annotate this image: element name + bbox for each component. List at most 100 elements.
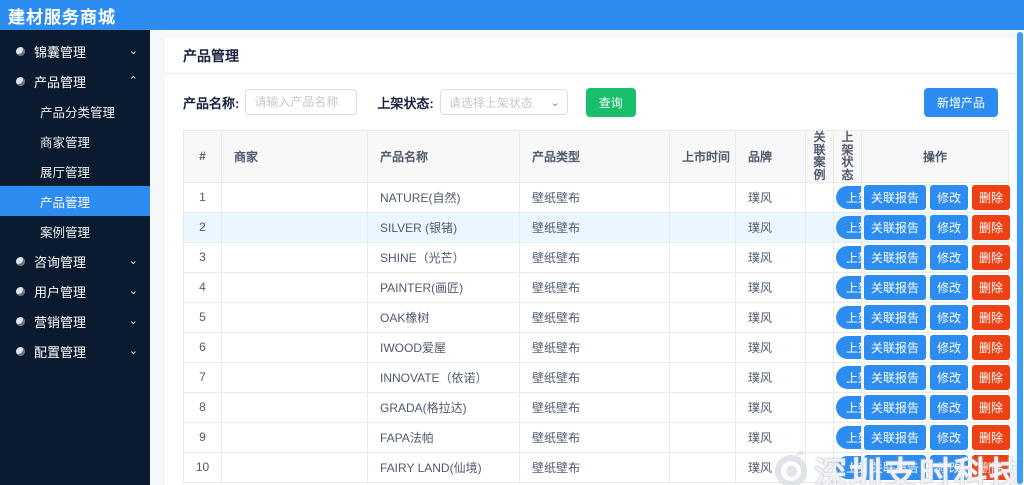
edit-button[interactable]: 修改 xyxy=(930,364,969,390)
cell-index: 7 xyxy=(183,361,222,393)
cell-index: 5 xyxy=(183,301,222,333)
delete-button[interactable]: 删除 xyxy=(972,184,1011,210)
cell-product-type: 壁纸壁布 xyxy=(519,331,670,363)
delete-button[interactable]: 删除 xyxy=(972,364,1011,390)
add-product-button[interactable]: 新增产品 xyxy=(923,87,998,117)
edit-button[interactable]: 修改 xyxy=(930,424,969,450)
shelf-status-pill-button[interactable]: 上架 xyxy=(836,245,861,269)
sidebar-item-showroom[interactable]: 展厅管理 xyxy=(0,156,150,186)
sidebar-item-merchant[interactable]: 商家管理 xyxy=(0,126,150,156)
col-actions: 操作 xyxy=(861,130,1009,183)
cell-brand: 璞风 xyxy=(735,181,806,213)
related-report-button[interactable]: 关联报告 xyxy=(864,244,927,270)
related-report-button[interactable]: 关联报告 xyxy=(864,334,927,360)
related-report-button[interactable]: 关联报告 xyxy=(864,304,927,330)
product-name-input[interactable] xyxy=(245,89,358,115)
cell-launch-time xyxy=(669,271,736,303)
vertical-scrollbar[interactable] xyxy=(1017,32,1023,484)
chevron-down-icon: ⌄ xyxy=(128,344,138,357)
cube-icon xyxy=(16,346,25,356)
shelf-status-pill-button[interactable]: 上架 xyxy=(836,185,861,209)
cell-actions: 关联报告 修改 删除 xyxy=(861,241,1011,273)
cell-merchant xyxy=(221,391,368,423)
cell-index: 9 xyxy=(183,421,222,453)
sidebar-item-case[interactable]: 案例管理 xyxy=(0,216,150,246)
cell-merchant xyxy=(221,331,368,363)
cell-related-case xyxy=(805,421,834,453)
delete-button[interactable]: 删除 xyxy=(972,274,1011,300)
sidebar-item-marketing[interactable]: 营销管理 ⌄ xyxy=(0,306,150,336)
chevron-down-icon: ⌄ xyxy=(128,254,138,267)
search-button[interactable]: 查询 xyxy=(585,87,636,117)
cell-related-case xyxy=(805,301,834,333)
filter-bar: 产品名称: 上架状态: 请选择上架状态 ⌄ 查询 新增产品 xyxy=(165,74,1016,120)
related-report-button[interactable]: 关联报告 xyxy=(864,454,927,480)
cell-product-type: 壁纸壁布 xyxy=(519,241,670,273)
cell-index: 8 xyxy=(183,391,222,423)
edit-button[interactable]: 修改 xyxy=(930,244,969,270)
shelf-status-pill-button[interactable]: 上架 xyxy=(836,395,861,419)
cell-merchant xyxy=(221,271,368,303)
edit-button[interactable]: 修改 xyxy=(930,304,969,330)
related-report-button[interactable]: 关联报告 xyxy=(864,274,927,300)
sidebar-item-consult[interactable]: 咨询管理 ⌄ xyxy=(0,246,150,276)
cell-product-type: 壁纸壁布 xyxy=(519,271,670,303)
sidebar-item-product-active[interactable]: 产品管理 xyxy=(0,186,150,216)
product-table-body: 1NATURE(自然)壁纸壁布璞风上架关联报告修改删除2SILVER (银锗)壁… xyxy=(183,181,1011,483)
col-related-case: 关联案例 xyxy=(805,130,834,183)
edit-button[interactable]: 修改 xyxy=(930,334,969,360)
sidebar-item-label: 营销管理 xyxy=(34,314,87,330)
delete-button[interactable]: 删除 xyxy=(972,334,1011,360)
shelf-status-pill-button[interactable]: 上架 xyxy=(836,305,861,329)
status-select[interactable]: 请选择上架状态 ⌄ xyxy=(439,89,568,115)
edit-button[interactable]: 修改 xyxy=(930,184,969,210)
delete-button[interactable]: 删除 xyxy=(972,244,1011,270)
shelf-status-pill-button[interactable]: 上架 xyxy=(836,425,861,449)
delete-button[interactable]: 删除 xyxy=(972,214,1011,240)
cell-related-case xyxy=(805,271,834,303)
delete-button[interactable]: 删除 xyxy=(972,304,1011,330)
related-report-button[interactable]: 关联报告 xyxy=(864,364,927,390)
cell-product-name: INNOVATE（依诺） xyxy=(367,361,520,393)
cell-actions: 关联报告 修改 删除 xyxy=(861,391,1011,423)
sidebar-item-label: 配置管理 xyxy=(34,344,87,360)
edit-button[interactable]: 修改 xyxy=(930,394,969,420)
shelf-status-pill-button[interactable]: 上架 xyxy=(836,365,861,389)
sidebar-item-config[interactable]: 配置管理 ⌄ xyxy=(0,336,150,366)
delete-button[interactable]: 删除 xyxy=(972,394,1011,420)
chevron-down-icon: ⌄ xyxy=(128,44,138,57)
edit-button[interactable]: 修改 xyxy=(930,454,969,480)
cell-brand: 璞风 xyxy=(735,361,806,393)
related-report-button[interactable]: 关联报告 xyxy=(864,184,927,210)
shelf-status-pill-button[interactable]: 上架 xyxy=(836,335,861,359)
sidebar-item-product-category[interactable]: 产品分类管理 xyxy=(0,96,150,126)
cell-actions: 关联报告 修改 删除 xyxy=(861,301,1011,333)
related-report-button[interactable]: 关联报告 xyxy=(864,394,927,420)
chevron-down-icon: ⌄ xyxy=(550,96,560,109)
col-product-type: 产品类型 xyxy=(519,130,670,183)
edit-button[interactable]: 修改 xyxy=(930,214,969,240)
main-content: 产品管理 产品名称: 上架状态: 请选择上架状态 ⌄ 查询 新增产品 # 商家 xyxy=(150,30,1024,485)
sidebar-item-jinnang[interactable]: 锦囊管理 ⌄ xyxy=(0,36,150,66)
cell-product-type: 壁纸壁布 xyxy=(519,391,670,423)
edit-button[interactable]: 修改 xyxy=(930,274,969,300)
related-report-button[interactable]: 关联报告 xyxy=(864,424,927,450)
shelf-status-pill-button[interactable]: 上架 xyxy=(836,455,861,479)
sidebar-item-product-mgmt[interactable]: 产品管理 ⌃ xyxy=(0,66,150,96)
cell-shelf-status: 上架 xyxy=(833,331,862,363)
cell-related-case xyxy=(805,211,834,243)
cell-shelf-status: 上架 xyxy=(833,241,862,273)
cell-merchant xyxy=(221,361,368,393)
cell-shelf-status: 上架 xyxy=(833,301,862,333)
col-product-name: 产品名称 xyxy=(367,130,520,183)
cell-brand: 璞风 xyxy=(735,241,806,273)
shelf-status-pill-button[interactable]: 上架 xyxy=(836,215,861,239)
status-select-placeholder: 请选择上架状态 xyxy=(448,95,533,110)
submenu-label: 商家管理 xyxy=(40,135,91,150)
delete-button[interactable]: 删除 xyxy=(972,424,1011,450)
related-report-button[interactable]: 关联报告 xyxy=(864,214,927,240)
cell-launch-time xyxy=(669,361,736,393)
delete-button[interactable]: 删除 xyxy=(972,454,1011,480)
sidebar-item-user[interactable]: 用户管理 ⌄ xyxy=(0,276,150,306)
shelf-status-pill-button[interactable]: 上架 xyxy=(836,275,861,299)
